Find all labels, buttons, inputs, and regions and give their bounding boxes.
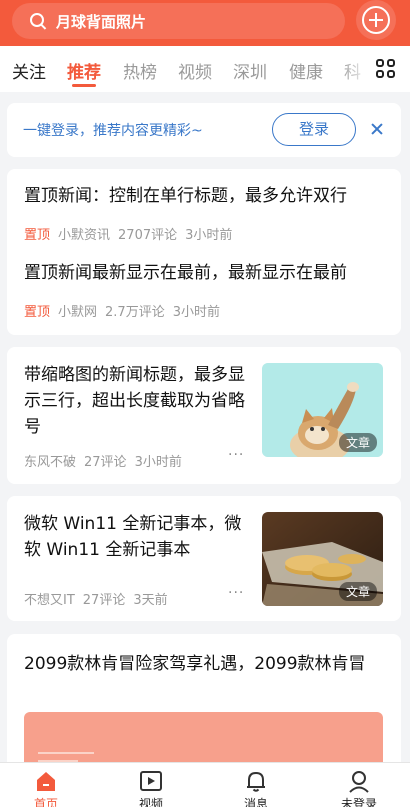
login-button[interactable]: 登录: [272, 113, 356, 146]
news-card[interactable]: 微软 Win11 全新记事本，微软 Win11 全新记事本 不想又IT 27评论 3…: [7, 496, 401, 621]
more-options-icon[interactable]: ···: [228, 585, 244, 601]
comment-count: 27评论: [82, 593, 126, 608]
top-header: 月球背面照片: [0, 0, 410, 46]
news-card[interactable]: 2099款林肯冒险家驾享礼遇，2099款林肯冒: [7, 634, 401, 774]
publish-time: 3小时前: [185, 228, 233, 243]
home-icon: [37, 772, 55, 791]
nav-label: 消息: [243, 797, 268, 807]
pinned-news-meta: 置顶 小默资讯 2707评论 3小时前: [24, 224, 240, 243]
nav-video[interactable]: 视频: [100, 763, 202, 807]
pinned-news-title[interactable]: 置顶新闻最新显示在最前，最新显示在最前: [24, 260, 384, 286]
active-tab-indicator: [72, 84, 96, 87]
plus-icon: [362, 6, 390, 34]
pinned-badge: 置顶: [24, 228, 51, 243]
user-icon: [349, 771, 369, 793]
news-thumbnail[interactable]: 文章: [262, 512, 383, 606]
pinned-badge: 置顶: [24, 305, 51, 320]
tab-follow[interactable]: 关注: [12, 58, 46, 83]
nav-profile[interactable]: 未登录: [308, 763, 410, 807]
channel-tabs: 关注 推荐 热榜 视频 深圳 健康 科: [0, 46, 410, 92]
comment-count: 2.7万评论: [105, 305, 165, 320]
tab-hot[interactable]: 热榜: [123, 58, 157, 83]
login-banner: 一键登录，推荐内容更精彩~ 登录: [7, 103, 401, 157]
bottom-nav: 首页 视频 消息 未登录: [0, 762, 410, 807]
login-prompt[interactable]: 一键登录，推荐内容更精彩~: [23, 120, 203, 140]
pinned-news-meta: 置顶 小默网 2.7万评论 3小时前: [24, 301, 228, 320]
publish-time: 3小时前: [172, 305, 220, 320]
nav-messages[interactable]: 消息: [205, 763, 307, 807]
close-icon[interactable]: [369, 121, 385, 137]
nav-home[interactable]: 首页: [0, 763, 97, 807]
tabs-fade: [340, 46, 370, 92]
comment-count: 27评论: [84, 455, 127, 470]
article-type-label: 文章: [338, 582, 377, 601]
tab-shenzhen[interactable]: 深圳: [233, 58, 267, 83]
search-icon: [29, 12, 47, 30]
nav-label: 未登录: [340, 797, 377, 807]
add-button[interactable]: [356, 0, 396, 40]
news-source: 东风不破: [24, 455, 77, 470]
news-title[interactable]: 带缩略图的新闻标题，最多显示三行，超出长度截取为省略号: [24, 362, 246, 440]
nav-label: 视频: [138, 797, 163, 807]
pinned-news-card: 置顶新闻：控制在单行标题，最多允许双行 置顶 小默资讯 2707评论 3小时前 置顶新…: [7, 169, 401, 335]
more-options-icon[interactable]: ···: [228, 447, 244, 463]
news-card[interactable]: 带缩略图的新闻标题，最多显示三行，超出长度截取为省略号 东风不破 27评论 3小时前…: [7, 347, 401, 484]
news-source: 小默网: [58, 305, 98, 320]
tab-recommend[interactable]: 推荐: [67, 58, 101, 83]
news-source: 不想又IT: [24, 593, 75, 608]
publish-time: 3小时前: [134, 455, 182, 470]
news-title[interactable]: 微软 Win11 全新记事本，微软 Win11 全新记事本: [24, 511, 254, 563]
tab-video[interactable]: 视频: [178, 58, 212, 83]
play-icon: [140, 771, 162, 791]
news-title[interactable]: 2099款林肯冒险家驾享礼遇，2099款林肯冒: [24, 651, 389, 677]
bell-icon: [247, 771, 265, 792]
search-hint: 月球背面照片: [56, 12, 147, 31]
nav-label: 首页: [33, 797, 58, 807]
tab-health[interactable]: 健康: [289, 58, 323, 83]
news-meta: 东风不破 27评论 3小时前: [24, 451, 190, 470]
news-meta: 不想又IT 27评论 3天前: [24, 589, 176, 608]
channel-grid-icon[interactable]: [370, 46, 410, 92]
pinned-news-title[interactable]: 置顶新闻：控制在单行标题，最多允许双行: [24, 183, 384, 209]
news-thumbnail[interactable]: 文章: [262, 363, 383, 457]
article-type-label: 文章: [338, 433, 377, 452]
news-source: 小默资讯: [58, 228, 111, 243]
publish-time: 3天前: [133, 593, 168, 608]
search-bar[interactable]: 月球背面照片: [12, 3, 345, 39]
comment-count: 2707评论: [118, 228, 178, 243]
